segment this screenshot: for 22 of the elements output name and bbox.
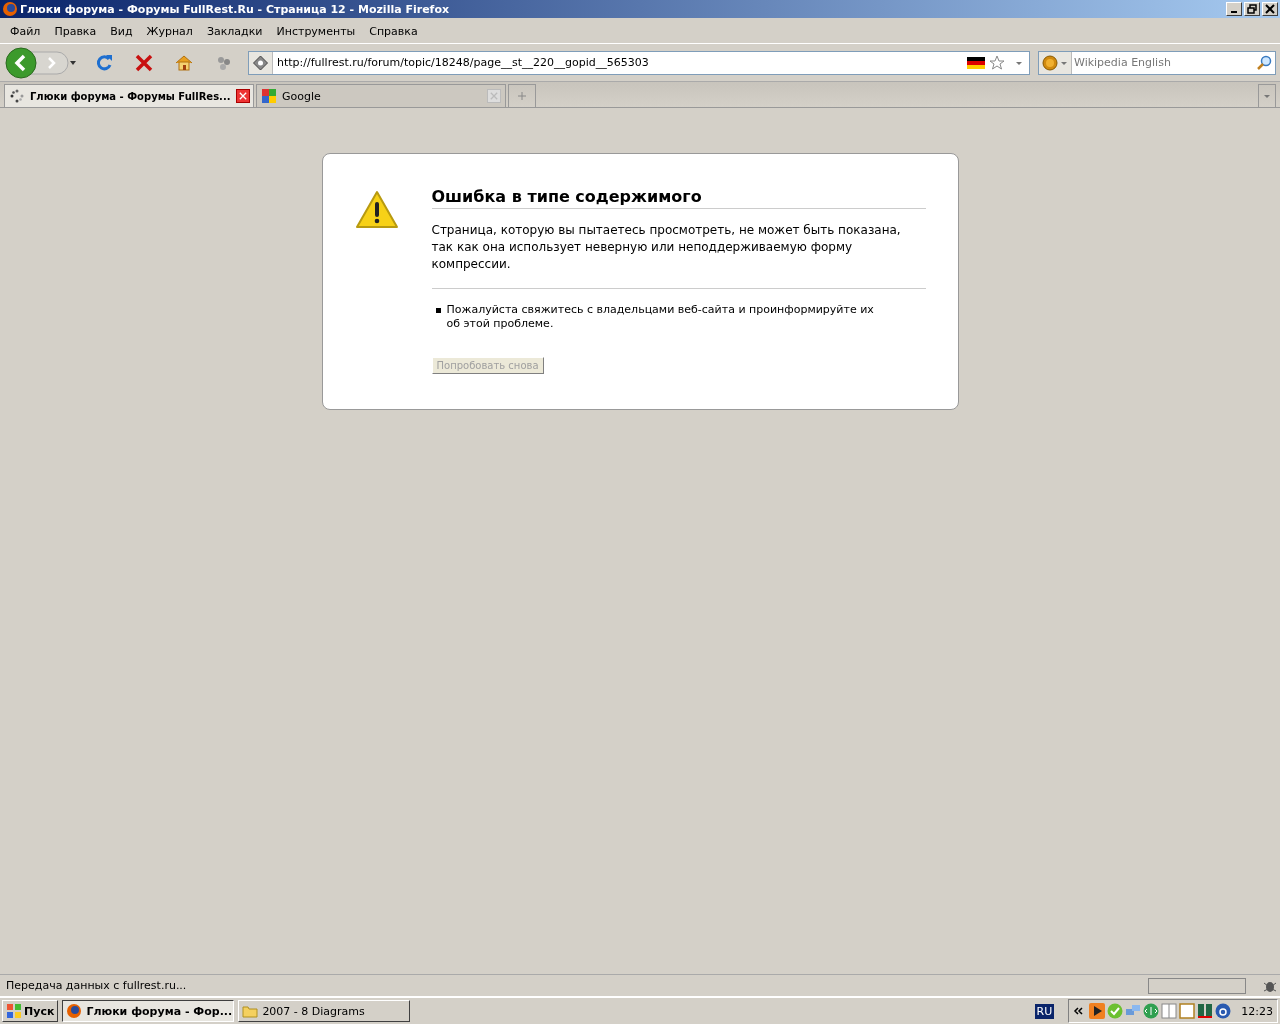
menu-item[interactable]: Файл [3, 25, 48, 38]
tab[interactable]: Глюки форума - Форумы FullRes... [4, 84, 254, 107]
error-description: Страница, которую вы пытаетесь просмотреть, не может быть показана, так как она использует неверную или неподдерживаемую форму компрессии. [431, 222, 926, 289]
menu-item[interactable]: Правка [47, 25, 104, 38]
tab[interactable]: Google [256, 84, 506, 107]
menu-item[interactable]: Инструменты [269, 25, 363, 38]
url-text[interactable]: http://fullrest.ru/forum/topic/18248/page__st__220__gopid__565303 [277, 56, 649, 69]
menu-item[interactable]: Справка [362, 25, 425, 38]
status-text: Передача данных с fullrest.ru... [6, 979, 188, 992]
clock: 12:23 [1241, 1004, 1273, 1018]
menu-item[interactable]: Журнал [139, 25, 200, 38]
error-title: Ошибка в типе содержимого [431, 187, 926, 209]
taskbar-button[interactable]: Глюки форума - Фор... [62, 1000, 235, 1022]
menu-item[interactable]: Вид [103, 25, 140, 38]
bullet-text: Пожалуйста свяжитесь с владельцами веб-сайта и проинформируйте их об этой проблеме. [446, 303, 875, 331]
search-box[interactable]: Wikipedia English [1038, 50, 1276, 75]
start-button[interactable]: Пуск [2, 1000, 59, 1022]
address-bar[interactable]: http://fullrest.ru/forum/topic/18248/page__st__220__gopid__565303 [248, 50, 1030, 75]
window-title: Глюки форума - Форумы FullRest.Ru - Страница 12 - Mozilla Firefox [20, 2, 450, 16]
language-indicator[interactable]: RU [1034, 1003, 1055, 1019]
taskbar-button[interactable]: 2007 - 8 Diagrams [238, 1000, 411, 1022]
menu-item[interactable]: Закладки [199, 25, 270, 38]
